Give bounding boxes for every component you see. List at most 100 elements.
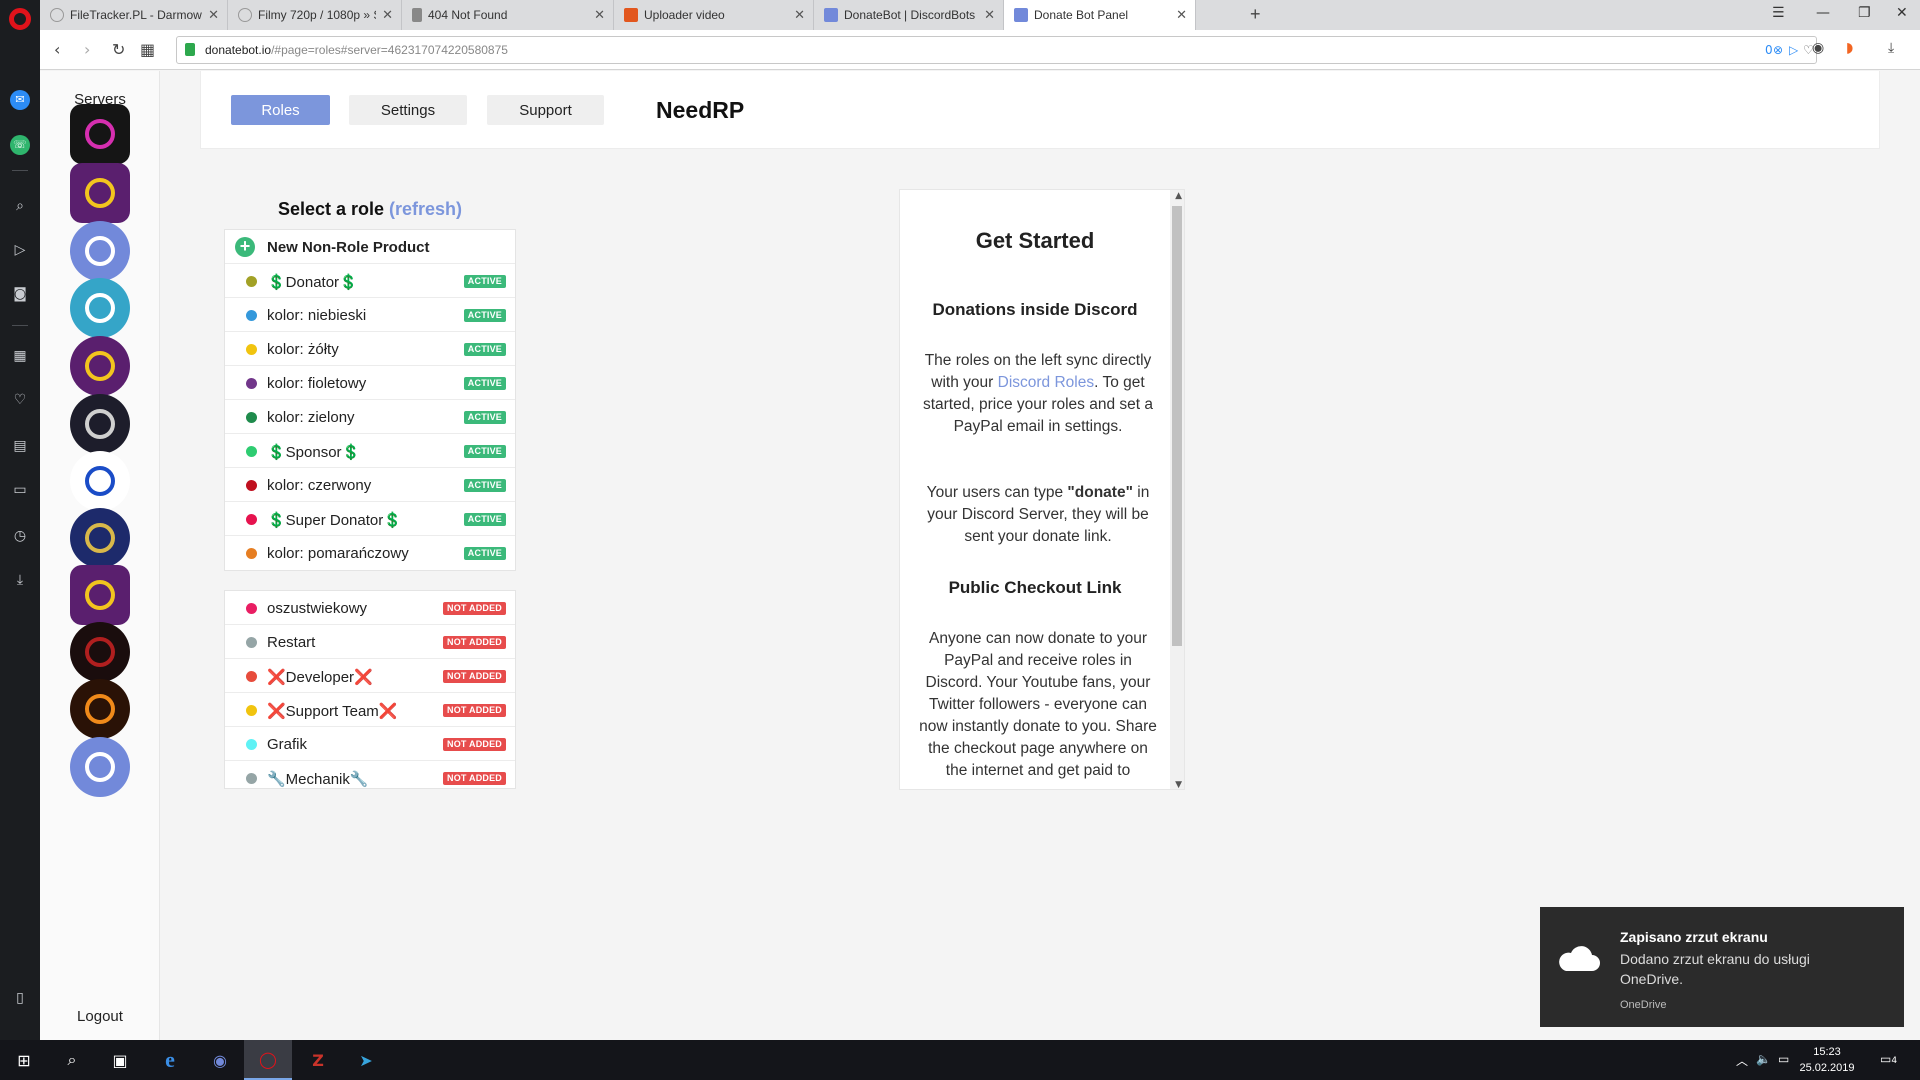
role-row[interactable]: oszustwiekowy NOT ADDED bbox=[225, 591, 515, 625]
server-pikachu-1[interactable] bbox=[70, 163, 130, 223]
tab-3[interactable]: 404 Not Found ✕ bbox=[402, 0, 614, 30]
opera-app-icon[interactable]: ◯ bbox=[244, 1040, 292, 1080]
close-icon[interactable]: ✕ bbox=[382, 7, 393, 23]
role-row[interactable]: ❌Support Team❌ NOT ADDED bbox=[225, 693, 515, 727]
select-role-label: Select a role bbox=[277, 199, 384, 219]
taskbar-search-icon[interactable]: ⌕ bbox=[48, 1040, 96, 1080]
scrollbar-thumb[interactable] bbox=[1172, 206, 1182, 646]
server-fbi[interactable] bbox=[70, 508, 130, 568]
server-bot-2[interactable] bbox=[70, 737, 130, 797]
new-tab-button[interactable]: + bbox=[1250, 4, 1261, 25]
opera-logo-icon[interactable] bbox=[9, 8, 31, 30]
volume-icon[interactable]: 🔈 bbox=[1756, 1052, 1771, 1066]
discord-roles-link[interactable]: Discord Roles bbox=[998, 374, 1094, 391]
tab-menu-icon[interactable]: ☰ bbox=[1772, 5, 1785, 21]
telegram-icon[interactable]: ➤ bbox=[342, 1040, 390, 1080]
extension-icon[interactable]: ◉ bbox=[1812, 40, 1824, 56]
role-row[interactable]: kolor: żółty ACTIVE bbox=[225, 332, 515, 366]
tab-6-active[interactable]: Donate Bot Panel ✕ bbox=[1004, 0, 1196, 30]
windows-start-icon[interactable]: ⊞ bbox=[0, 1040, 48, 1080]
role-row[interactable]: 💲Donator💲 ACTIVE bbox=[225, 264, 515, 298]
refresh-link[interactable]: (refresh) bbox=[389, 199, 462, 219]
tray-expand-icon[interactable]: ︿ bbox=[1736, 1052, 1748, 1069]
server-ems[interactable] bbox=[70, 451, 130, 511]
close-icon[interactable]: ✕ bbox=[984, 7, 995, 23]
close-icon[interactable]: ✕ bbox=[794, 7, 805, 23]
url-field[interactable]: donatebot.io/#page=roles#server=46231707… bbox=[176, 36, 1817, 64]
close-window-icon[interactable]: ✕ bbox=[1896, 5, 1908, 21]
search-icon[interactable]: ⌕ bbox=[10, 196, 30, 216]
settings-button[interactable]: Settings bbox=[349, 95, 467, 125]
news-icon[interactable]: ▤ bbox=[10, 436, 30, 456]
rss-icon[interactable]: ◗ bbox=[1846, 40, 1853, 56]
notification-count: 4 bbox=[1891, 1056, 1898, 1066]
tab-2[interactable]: Filmy 720p / 1080p » Sci ✕ bbox=[228, 0, 402, 30]
scroll-up-icon[interactable]: ▲ bbox=[1175, 191, 1182, 201]
get-started-card: Get Started Donations inside Discord The… bbox=[899, 189, 1185, 790]
minimize-icon[interactable]: — bbox=[1816, 5, 1830, 21]
close-icon[interactable]: ✕ bbox=[208, 7, 219, 23]
adblock-icon[interactable]: ⊗ bbox=[1773, 43, 1783, 57]
messenger-icon[interactable]: ✉ bbox=[10, 90, 30, 110]
role-row[interactable]: kolor: czerwony ACTIVE bbox=[225, 468, 515, 502]
url-text[interactable]: donatebot.io/#page=roles#server=46231707… bbox=[205, 43, 508, 57]
tab-5[interactable]: DonateBot | DiscordBots ✕ bbox=[814, 0, 1004, 30]
restore-icon[interactable]: ❐ bbox=[1858, 5, 1871, 21]
role-color-dot bbox=[246, 739, 257, 750]
close-icon[interactable]: ✕ bbox=[594, 7, 605, 23]
reload-icon[interactable]: ↻ bbox=[112, 40, 125, 59]
whatsapp-icon[interactable]: ☏ bbox=[10, 135, 30, 155]
server-lspd[interactable] bbox=[70, 394, 130, 454]
server-robot[interactable] bbox=[70, 278, 130, 338]
send-icon[interactable]: ▷ bbox=[10, 240, 30, 260]
server-dark-red[interactable] bbox=[70, 622, 130, 682]
servers-sidebar: Servers Logout bbox=[40, 71, 160, 1040]
speed-dial-grid-icon[interactable]: ▦ bbox=[140, 40, 155, 59]
new-product-row[interactable]: + New Non-Role Product bbox=[225, 230, 515, 264]
scroll-down-icon[interactable]: ▼ bbox=[1175, 780, 1182, 789]
back-icon[interactable]: ‹ bbox=[54, 40, 60, 59]
server-pikachu-3[interactable] bbox=[70, 565, 130, 625]
edge-icon[interactable]: e bbox=[146, 1040, 194, 1080]
onedrive-notification[interactable]: Zapisano zrzut ekranu Dodano zrzut ekran… bbox=[1540, 907, 1904, 1027]
server-bot-1[interactable] bbox=[70, 221, 130, 281]
role-row[interactable]: kolor: pomarańczowy ACTIVE bbox=[225, 536, 515, 570]
support-button[interactable]: Support bbox=[487, 95, 604, 125]
role-row[interactable]: Grafik NOT ADDED bbox=[225, 727, 515, 761]
close-icon[interactable]: ✕ bbox=[1176, 7, 1187, 23]
roles-button[interactable]: Roles bbox=[231, 95, 330, 125]
role-row[interactable]: kolor: zielony ACTIVE bbox=[225, 400, 515, 434]
forward-icon[interactable]: › bbox=[84, 40, 90, 59]
tab-1[interactable]: FileTracker.PL - Darmowe ✕ bbox=[40, 0, 228, 30]
send-page-icon[interactable]: ▷ bbox=[1789, 43, 1798, 57]
role-row[interactable]: Restart NOT ADDED bbox=[225, 625, 515, 659]
network-icon[interactable]: ▭ bbox=[1778, 1052, 1789, 1066]
role-row[interactable]: 🔧Mechanik🔧 NOT ADDED bbox=[225, 761, 515, 788]
role-row[interactable]: kolor: niebieski ACTIVE bbox=[225, 298, 515, 332]
server-fire-skull[interactable] bbox=[70, 679, 130, 739]
role-name: kolor: czerwony bbox=[267, 477, 372, 494]
server-pikachu-2[interactable] bbox=[70, 336, 130, 396]
discord-app-icon[interactable]: ◉ bbox=[196, 1040, 244, 1080]
heart-icon[interactable]: ♡ bbox=[10, 390, 30, 410]
role-row[interactable]: 💲Sponsor💲 ACTIVE bbox=[225, 434, 515, 468]
download-icon[interactable]: ⤓ bbox=[1888, 40, 1894, 56]
role-row[interactable]: kolor: fioletowy ACTIVE bbox=[225, 366, 515, 400]
role-row[interactable]: 💲Super Donator💲 ACTIVE bbox=[225, 502, 515, 536]
url-path: /#page=roles#server=462317074220580875 bbox=[271, 43, 508, 57]
taskbar-clock[interactable]: 15:23 25.02.2019 bbox=[1797, 1044, 1857, 1076]
logout-link[interactable]: Logout bbox=[40, 1008, 160, 1025]
card-scrollbar[interactable]: ▲ ▼ bbox=[1170, 190, 1184, 789]
server-b-logo[interactable] bbox=[70, 104, 130, 164]
camera-icon[interactable]: ◙ bbox=[10, 284, 30, 304]
tabs-icon[interactable]: ▭ bbox=[10, 480, 30, 500]
speed-dial-icon[interactable]: ▦ bbox=[10, 346, 30, 366]
downloads-icon[interactable]: ⤓ bbox=[10, 570, 30, 590]
action-center-icon[interactable]: ▭4 bbox=[1880, 1052, 1897, 1066]
role-row[interactable]: ❌Developer❌ NOT ADDED bbox=[225, 659, 515, 693]
tab-4[interactable]: Uploader video ✕ bbox=[614, 0, 814, 30]
filezilla-icon[interactable]: Z bbox=[294, 1040, 342, 1080]
sidebar-toggle-icon[interactable]: ▯ bbox=[10, 988, 30, 1008]
task-view-icon[interactable]: ▣ bbox=[96, 1040, 144, 1080]
history-icon[interactable]: ◷ bbox=[10, 526, 30, 546]
